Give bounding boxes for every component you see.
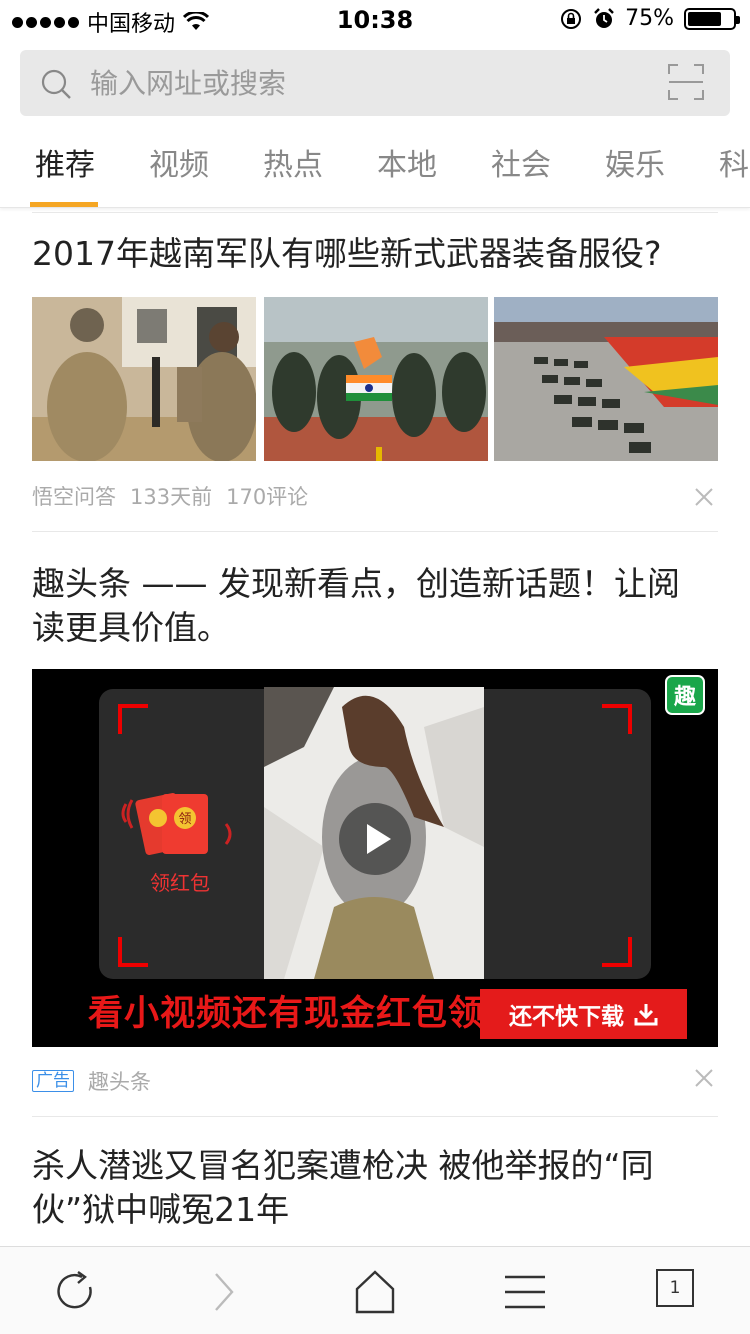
article-thumbnail-soldiers[interactable] (32, 297, 256, 461)
article-title-line-1: 杀人潜逃又冒名犯案遭枪决 被他举报的“同 (32, 1146, 654, 1185)
red-envelope-char: 领 (178, 812, 191, 827)
ad-title[interactable]: 趣头条 —— 发现新看点，创造新话题！让阅 读更具价值。 (32, 562, 718, 650)
red-envelope-icon: 领 (121, 792, 232, 856)
ad-meta: 广告 趣头条 (32, 1066, 151, 1096)
tabs-count-button[interactable]: 1 (656, 1269, 694, 1307)
ad-video-thumbnail[interactable] (264, 687, 484, 979)
article-time: 133天前 (130, 485, 213, 509)
battery-icon (684, 7, 740, 30)
article-meta: 悟空问答 133天前 170评论 (32, 481, 308, 511)
menu-icon[interactable] (504, 1269, 546, 1315)
article-title[interactable]: 2017年越南军队有哪些新式武器装备服役? (32, 232, 718, 276)
ad-title-line-1: 趣头条 —— 发现新看点，创造新话题！让阅 (32, 564, 680, 603)
download-button-label: 还不快下载 (509, 1004, 624, 1030)
battery-percent: 75% (625, 6, 674, 31)
ad-source: 趣头条 (88, 1070, 151, 1094)
article-source: 悟空问答 (32, 485, 116, 509)
article-title-line-2: 伙”狱中喊冤21年 (32, 1190, 290, 1229)
forward-icon[interactable] (208, 1269, 238, 1315)
frame-corner (118, 937, 148, 967)
dismiss-icon[interactable] (694, 1068, 714, 1088)
bottom-toolbar: 1 (0, 1246, 750, 1334)
active-tab-indicator (30, 202, 98, 207)
download-button[interactable]: 还不快下载 (480, 989, 687, 1039)
tab-video[interactable]: 视频 (149, 140, 209, 184)
article-title[interactable]: 杀人潜逃又冒名犯案遭枪决 被他举报的“同 伙”狱中喊冤21年 (32, 1144, 718, 1232)
search-bar[interactable] (20, 50, 730, 116)
tab-recommend[interactable]: 推荐 (35, 140, 95, 184)
red-envelope-label: 领红包 (150, 871, 210, 895)
alarm-icon (594, 7, 614, 28)
tab-tech[interactable]: 科 (719, 140, 749, 184)
orientation-lock-icon (561, 8, 582, 29)
search-icon (41, 69, 71, 99)
ad-title-line-2: 读更具价值。 (32, 608, 230, 647)
article-thumbnail-parade[interactable] (264, 297, 488, 461)
divider (32, 531, 718, 532)
refresh-icon[interactable] (52, 1269, 98, 1315)
tab-hot[interactable]: 热点 (263, 140, 323, 184)
article-thumbnail-tanks[interactable] (494, 297, 718, 461)
scan-icon[interactable] (668, 64, 704, 100)
ad-tag: 广告 (32, 1070, 74, 1092)
tab-society[interactable]: 社会 (491, 140, 551, 184)
frame-corner (602, 937, 632, 967)
ad-banner-text: 看小视频还有现金红包领哦! (88, 994, 537, 1034)
dismiss-icon[interactable] (694, 487, 714, 507)
search-input[interactable] (90, 60, 650, 106)
divider (32, 1116, 718, 1117)
status-bar: 中国移动 10:38 75% (0, 0, 750, 40)
tab-entertainment[interactable]: 娱乐 (605, 140, 665, 184)
divider (32, 212, 718, 213)
play-icon[interactable] (338, 802, 412, 876)
frame-corner (602, 704, 632, 734)
frame-corner (118, 704, 148, 734)
qutoutiao-logo: 趣 (665, 675, 705, 715)
ad-video-banner[interactable]: 领 领红包 趣 看小视频还有现金红包领哦! 还不快下载 (32, 669, 718, 1047)
tab-local[interactable]: 本地 (377, 140, 437, 184)
home-icon[interactable] (354, 1269, 396, 1315)
download-icon (634, 1004, 658, 1026)
article-comments: 170评论 (226, 485, 309, 509)
category-tabs: 推荐 视频 热点 本地 社会 娱乐 科 (0, 130, 750, 208)
